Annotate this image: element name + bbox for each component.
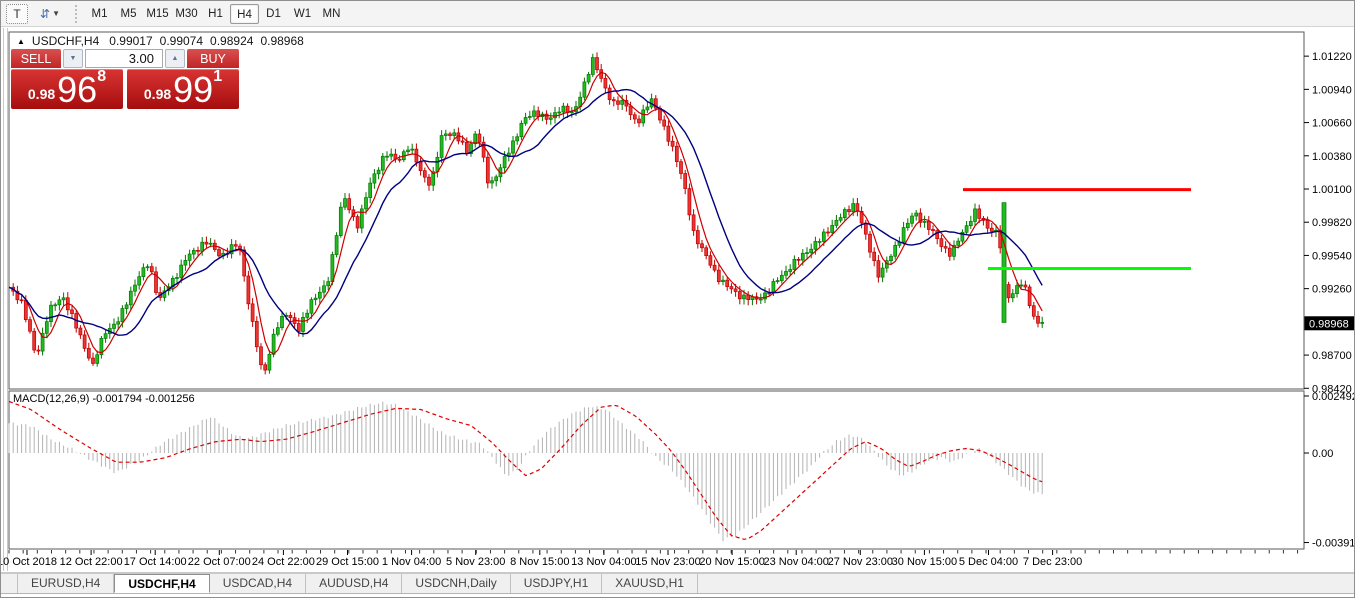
- close-value: 0.98968: [260, 34, 303, 48]
- chart-tab-usdjpy[interactable]: USDJPY,H1: [511, 574, 602, 593]
- svg-text:MACD(12,26,9) -0.001794 -0.001: MACD(12,26,9) -0.001794 -0.001256: [13, 393, 195, 405]
- svg-text:12 Oct 22:00: 12 Oct 22:00: [60, 556, 123, 568]
- svg-text:0.99820: 0.99820: [1312, 217, 1352, 229]
- svg-text:20 Nov 15:00: 20 Nov 15:00: [699, 556, 764, 568]
- macd-label: MACD(12,26,9) -0.001794 -0.001256: [13, 393, 195, 405]
- svg-text:-0.003913: -0.003913: [1312, 538, 1355, 550]
- open-value: 0.99017: [109, 34, 152, 48]
- toolbar-separator: [75, 5, 77, 23]
- svg-text:8 Nov 15:00: 8 Nov 15:00: [510, 556, 569, 568]
- arrows-icon: ⇵: [40, 7, 50, 21]
- svg-text:1 Nov 04:00: 1 Nov 04:00: [382, 556, 441, 568]
- svg-text:1.00380: 1.00380: [1312, 151, 1352, 163]
- chart-tab-usdcnh[interactable]: USDCNH,Daily: [402, 574, 510, 593]
- timeframe-button-h4[interactable]: H4: [230, 4, 259, 24]
- svg-text:1.00100: 1.00100: [1312, 184, 1352, 196]
- timeframe-button-m1[interactable]: M1: [85, 4, 114, 24]
- svg-text:0.98968: 0.98968: [1309, 318, 1349, 330]
- current-price-tag: 0.98968: [1305, 316, 1355, 330]
- timeframe-button-d1[interactable]: D1: [259, 4, 288, 24]
- sell-price-button[interactable]: 0.98 96 8: [11, 69, 123, 109]
- buy-price-button[interactable]: 0.98 99 1: [127, 69, 239, 109]
- svg-text:22 Oct 07:00: 22 Oct 07:00: [188, 556, 251, 568]
- high-value: 0.99074: [160, 34, 203, 48]
- svg-text:30 Nov 15:00: 30 Nov 15:00: [892, 556, 957, 568]
- timeframe-button-h1[interactable]: H1: [201, 4, 230, 24]
- svg-text:7 Dec 23:00: 7 Dec 23:00: [1023, 556, 1082, 568]
- time-axis[interactable]: 10 Oct 201812 Oct 22:0017 Oct 14:0022 Oc…: [1, 550, 1298, 568]
- svg-text:24 Oct 22:00: 24 Oct 22:00: [252, 556, 315, 568]
- volume-increase-button[interactable]: ▲: [165, 49, 185, 68]
- sell-price-big: 96: [57, 73, 97, 107]
- sell-price-sup: 8: [97, 70, 106, 84]
- chart-tab-bar: EURUSD,H4USDCHF,H4USDCAD,H4AUDUSD,H4USDC…: [1, 573, 1354, 594]
- trading-platform-window: 1.01220 1.00940 1.00660 1.00380 1.00100 0.998…: [0, 0, 1355, 598]
- svg-text:15 Nov 23:00: 15 Nov 23:00: [635, 556, 700, 568]
- sell-price-prefix: 0.98: [28, 81, 55, 107]
- timeframe-button-w1[interactable]: W1: [288, 4, 317, 24]
- timeframe-button-m5[interactable]: M5: [114, 4, 143, 24]
- price-axis[interactable]: 1.01220 1.00940 1.00660 1.00380 1.00100 0.998…: [1304, 51, 1352, 395]
- volume-input[interactable]: 3.00: [85, 49, 163, 68]
- text-label-tool-button[interactable]: T: [6, 4, 28, 24]
- svg-text:29 Oct 15:00: 29 Oct 15:00: [316, 556, 379, 568]
- chart-tab-eurusd[interactable]: EURUSD,H4: [17, 574, 114, 593]
- svg-text:5 Dec 04:00: 5 Dec 04:00: [959, 556, 1018, 568]
- one-click-trading-panel: SELL ▼ 3.00 ▲ BUY 0.98 96 8 0.98 99 1: [11, 49, 239, 109]
- sell-button[interactable]: SELL: [11, 49, 61, 68]
- low-value: 0.98924: [210, 34, 253, 48]
- svg-text:1.00660: 1.00660: [1312, 118, 1352, 130]
- timeframe-toolbar: M1M5M15M30H1H4D1W1MN: [85, 4, 346, 24]
- chart-ohlc-header: ▲ USDCHF,H4 0.99017 0.99074 0.98924 0.98…: [17, 34, 304, 48]
- buy-price-sup: 1: [213, 70, 222, 84]
- chart-tab-audusd[interactable]: AUDUSD,H4: [306, 574, 402, 593]
- svg-text:1.01220: 1.01220: [1312, 51, 1352, 63]
- svg-text:1.00940: 1.00940: [1312, 84, 1352, 96]
- chevron-down-icon: ▼: [52, 9, 60, 18]
- wide-range-candle: [1002, 203, 1006, 323]
- symbol-label: USDCHF,H4: [32, 34, 99, 48]
- svg-text:0.00: 0.00: [1312, 448, 1333, 460]
- volume-decrease-button[interactable]: ▼: [63, 49, 83, 68]
- timeframe-button-m15[interactable]: M15: [143, 4, 172, 24]
- caret-down-icon: ▼: [70, 55, 77, 62]
- timeframe-button-mn[interactable]: MN: [317, 4, 346, 24]
- svg-text:0.002492: 0.002492: [1312, 391, 1355, 403]
- buy-price-prefix: 0.98: [144, 81, 171, 107]
- arrows-objects-button[interactable]: ⇵ ▼: [35, 4, 65, 24]
- chart-tab-usdchf[interactable]: USDCHF,H4: [114, 574, 209, 593]
- macd-axis[interactable]: 0.002492 0.00 -0.003913: [1304, 391, 1355, 550]
- svg-text:5 Nov 23:00: 5 Nov 23:00: [446, 556, 505, 568]
- chart-tab-usdcad[interactable]: USDCAD,H4: [210, 574, 306, 593]
- svg-text:10 Oct 2018: 10 Oct 2018: [1, 556, 57, 568]
- timeframe-button-m30[interactable]: M30: [172, 4, 201, 24]
- svg-text:23 Nov 04:00: 23 Nov 04:00: [763, 556, 828, 568]
- svg-text:0.98700: 0.98700: [1312, 350, 1352, 362]
- buy-price-big: 99: [173, 73, 213, 107]
- chart-tab-xauusd[interactable]: XAUUSD,H1: [602, 574, 698, 593]
- bar-up-icon: ▲: [17, 37, 25, 46]
- svg-text:27 Nov 23:00: 27 Nov 23:00: [828, 556, 893, 568]
- svg-text:0.99260: 0.99260: [1312, 284, 1352, 296]
- buy-button[interactable]: BUY: [187, 49, 239, 68]
- svg-text:0.99540: 0.99540: [1312, 250, 1352, 262]
- caret-up-icon: ▲: [172, 55, 179, 62]
- top-toolbar: T ⇵ ▼ M1M5M15M30H1H4D1W1MN: [1, 1, 1354, 27]
- svg-text:17 Oct 14:00: 17 Oct 14:00: [124, 556, 187, 568]
- svg-text:13 Nov 04:00: 13 Nov 04:00: [571, 556, 636, 568]
